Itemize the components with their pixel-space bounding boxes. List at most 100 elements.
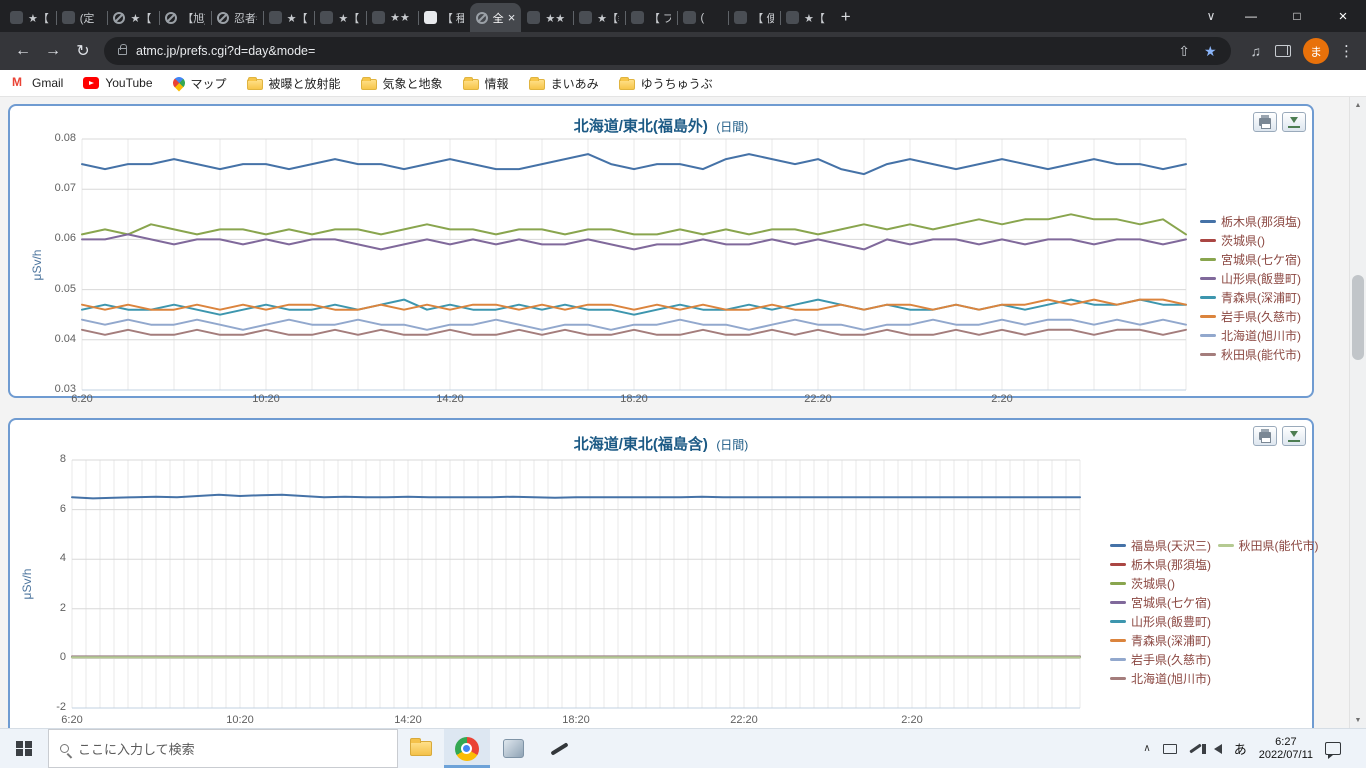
maps-icon	[170, 74, 187, 92]
legend-item[interactable]: 福島県(天沢三)	[1110, 536, 1212, 555]
tab[interactable]: ★【≡	[573, 3, 625, 32]
action-center-icon[interactable]	[1325, 742, 1341, 759]
y-tick-label: -2	[56, 701, 66, 713]
legend-item[interactable]: 秋田県(能代市)	[1217, 536, 1320, 555]
legend-marker	[1110, 544, 1126, 547]
bookmark-item[interactable]: Gmail	[12, 75, 63, 91]
chart-title-text: 北海道/東北(福島外)	[573, 118, 708, 135]
bookmarks-list: Gmail YouTube マップ 被曝と放射能 気象と地象 情報 まいあみ ゆうちゅうぶ	[12, 75, 713, 92]
taskbar-app-button-3[interactable]	[490, 729, 536, 768]
forward-icon[interactable]: →	[38, 36, 68, 66]
legend-item[interactable]: 秋田県(能代市)	[1200, 345, 1301, 364]
tray-pen-icon[interactable]	[1189, 743, 1202, 754]
tab-strip-right: ∨ — □ ×	[1194, 0, 1366, 32]
side-panel-icon[interactable]	[1275, 45, 1291, 57]
legend-item[interactable]: 青森県(深浦町)	[1200, 288, 1301, 307]
scrollbar-down-arrow[interactable]: ▼	[1350, 712, 1366, 728]
bookmark-star-icon[interactable]: ★	[1204, 43, 1217, 60]
tab-label: 【 便	[752, 12, 775, 25]
legend-item[interactable]: 茨城県()	[1200, 231, 1301, 250]
legend-label: 山形県(飯豊町)	[1131, 615, 1211, 629]
taskbar-app-button-4[interactable]	[536, 729, 582, 768]
x-tick-label: 2:20	[991, 393, 1013, 405]
tab[interactable]: 【 便	[728, 3, 780, 32]
tab[interactable]: ★★【	[521, 3, 573, 32]
y-tick-label: 0.05	[54, 282, 76, 295]
tray-volume-icon[interactable]	[1201, 743, 1222, 754]
taskbar-search-input[interactable]: ここに入力して検索	[48, 729, 398, 768]
youtube-icon	[83, 77, 100, 89]
bookmark-item[interactable]: 気象と地象	[360, 75, 443, 92]
window-minimize-button[interactable]: —	[1228, 0, 1274, 32]
tab[interactable]: ★★	[366, 3, 418, 32]
tab[interactable]: ★【	[107, 3, 159, 32]
tab[interactable]: ★【	[4, 3, 56, 32]
taskbar-explorer-button[interactable]	[398, 729, 444, 768]
tab[interactable]: 【 フ	[624, 3, 677, 32]
tab-favicon-circle-icon	[216, 11, 229, 24]
legend-item[interactable]: 宮城県(七ケ宿)	[1110, 593, 1212, 612]
legend-item[interactable]: 山形県(飯豊町)	[1200, 269, 1301, 288]
address-bar[interactable]: atmc.jp/prefs.cgi?d=day&mode= ⇧ ★	[104, 37, 1231, 65]
tab[interactable]: 【 種	[417, 3, 470, 32]
legend-item[interactable]: 茨城県()	[1110, 574, 1212, 593]
hidden-icons-chevron[interactable]: ∧	[1143, 743, 1150, 754]
bookmark-item[interactable]: マップ	[170, 74, 227, 92]
tab[interactable]: ★【	[780, 3, 832, 32]
tab-strip: ★【(定★【【旭]忍者=★【★【★★【 種全×★★【★【≡【 フ(【 便★【 +…	[0, 0, 1366, 32]
legend-item[interactable]: 岩手県(久慈市)	[1200, 307, 1301, 326]
bookmark-item[interactable]: 情報	[462, 75, 509, 92]
tab[interactable]: ★【	[314, 3, 366, 32]
download-button[interactable]	[1282, 426, 1306, 446]
ime-indicator[interactable]: あ	[1234, 739, 1247, 758]
legend-item[interactable]: 栃木県(那須塩)	[1110, 555, 1212, 574]
new-tab-button[interactable]: +	[832, 3, 860, 31]
tab[interactable]: (	[676, 3, 729, 32]
print-button[interactable]	[1253, 426, 1277, 446]
taskbar-clock[interactable]: 6:27 2022/07/11	[1259, 736, 1313, 762]
tray-display-icon[interactable]	[1162, 743, 1177, 754]
legend-item[interactable]: 北海道(旭川市)	[1200, 326, 1301, 345]
download-button[interactable]	[1282, 112, 1306, 132]
bookmark-item[interactable]: まいあみ	[528, 75, 599, 92]
legend-item[interactable]: 栃木県(那須塩)	[1200, 212, 1301, 231]
media-controls-icon[interactable]: ♫	[1251, 43, 1262, 59]
profile-avatar[interactable]: ま	[1303, 38, 1329, 64]
legend-item[interactable]: 山形県(飯豊町)	[1110, 612, 1212, 631]
lock-icon[interactable]	[118, 43, 127, 55]
tab[interactable]: (定	[55, 3, 108, 32]
url-text[interactable]: atmc.jp/prefs.cgi?d=day&mode=	[136, 44, 1164, 58]
legend-item[interactable]: 宮城県(七ケ宿)	[1200, 250, 1301, 269]
scrollbar-up-arrow[interactable]: ▲	[1350, 97, 1366, 113]
chart-panel-1: 北海道/東北(福島外) (日間) μSv/h 0.08 0.07 0.06 0.05 0…	[8, 104, 1314, 405]
menu-icon[interactable]: ⋮	[1339, 42, 1354, 60]
window-close-button[interactable]: ×	[1320, 0, 1366, 32]
tab[interactable]: ★【	[262, 3, 315, 32]
scrollbar-thumb[interactable]	[1352, 275, 1364, 360]
tab-search-icon[interactable]: ∨	[1194, 9, 1228, 23]
print-button[interactable]	[1253, 112, 1277, 132]
back-icon[interactable]: ←	[8, 36, 38, 66]
page-scrollbar[interactable]: ▲ ▼	[1349, 97, 1366, 728]
legend-label: 青森県(深浦町)	[1131, 634, 1211, 648]
start-button[interactable]	[0, 729, 48, 768]
legend-item[interactable]: 岩手県(久慈市)	[1110, 650, 1212, 669]
tab-favicon-dark-icon	[682, 11, 696, 24]
share-icon[interactable]: ⇧	[1178, 43, 1190, 60]
legend-item[interactable]: 北海道(旭川市)	[1110, 669, 1212, 688]
window-maximize-button[interactable]: □	[1274, 0, 1320, 32]
legend-marker	[1200, 239, 1216, 242]
tab[interactable]: 全 ×	[469, 3, 522, 32]
bookmark-item[interactable]: ゆうちゅうぶ	[618, 75, 713, 92]
bookmark-label: 被曝と放射能	[268, 76, 341, 91]
taskbar-chrome-button[interactable]	[444, 729, 490, 768]
tab-label: ★【	[130, 12, 152, 25]
tab-close-icon[interactable]: ×	[508, 11, 516, 24]
bookmark-item[interactable]: YouTube	[83, 76, 153, 90]
reload-icon[interactable]: ↻	[68, 36, 98, 66]
legend-item[interactable]: 青森県(深浦町)	[1110, 631, 1212, 650]
tab[interactable]: 【旭]	[159, 3, 211, 32]
bookmark-item[interactable]: 被曝と放射能	[246, 75, 341, 92]
tab[interactable]: 忍者=	[210, 3, 263, 32]
y-tick-label: 0.04	[54, 332, 76, 345]
